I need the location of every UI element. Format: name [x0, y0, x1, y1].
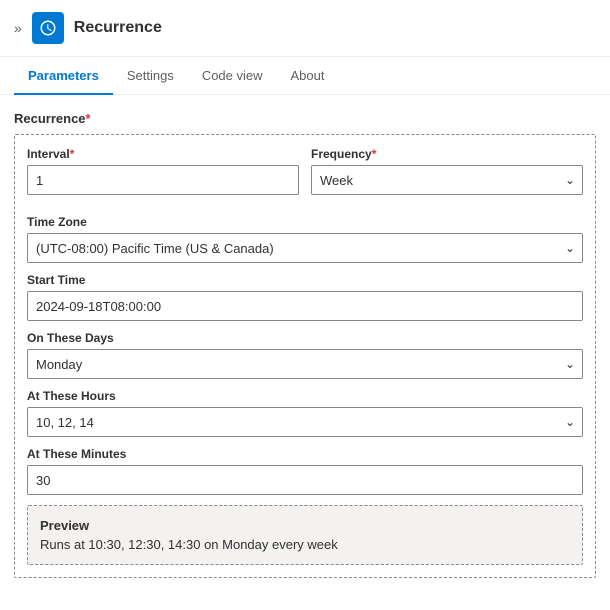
expand-icon[interactable]: »: [14, 20, 22, 36]
interval-frequency-row: Interval* Frequency* Second Minute Hour …: [27, 147, 583, 205]
frequency-required: *: [372, 147, 377, 161]
start-time-field-group: Start Time: [27, 273, 583, 321]
required-indicator: *: [86, 111, 91, 126]
app-header: » Recurrence: [0, 0, 610, 57]
start-time-input[interactable]: [27, 291, 583, 321]
timezone-select-wrapper: (UTC-08:00) Pacific Time (US & Canada) ⌄: [27, 233, 583, 263]
on-these-days-select-wrapper: Monday Tuesday Wednesday Thursday Friday…: [27, 349, 583, 379]
at-these-minutes-field-group: At These Minutes: [27, 447, 583, 495]
timezone-field-group: Time Zone (UTC-08:00) Pacific Time (US &…: [27, 215, 583, 263]
at-these-minutes-input[interactable]: [27, 465, 583, 495]
frequency-select[interactable]: Second Minute Hour Day Week Month: [311, 165, 583, 195]
preview-box: Preview Runs at 10:30, 12:30, 14:30 on M…: [27, 505, 583, 565]
tab-parameters[interactable]: Parameters: [14, 58, 113, 95]
form-content: Recurrence* Interval* Frequency* Second …: [0, 95, 610, 606]
frequency-label: Frequency*: [311, 147, 583, 161]
at-these-minutes-label: At These Minutes: [27, 447, 583, 461]
start-time-label: Start Time: [27, 273, 583, 287]
frequency-field-group: Frequency* Second Minute Hour Day Week M…: [311, 147, 583, 195]
interval-required: *: [70, 147, 75, 161]
at-these-hours-select-wrapper: 10, 12, 14 ⌄: [27, 407, 583, 437]
timezone-label: Time Zone: [27, 215, 583, 229]
timezone-select[interactable]: (UTC-08:00) Pacific Time (US & Canada): [27, 233, 583, 263]
tab-code-view[interactable]: Code view: [188, 58, 277, 95]
at-these-hours-field-group: At These Hours 10, 12, 14 ⌄: [27, 389, 583, 437]
interval-input[interactable]: [27, 165, 299, 195]
at-these-hours-select[interactable]: 10, 12, 14: [27, 407, 583, 437]
frequency-select-wrapper: Second Minute Hour Day Week Month ⌄: [311, 165, 583, 195]
on-these-days-field-group: On These Days Monday Tuesday Wednesday T…: [27, 331, 583, 379]
interval-label: Interval*: [27, 147, 299, 161]
on-these-days-label: On These Days: [27, 331, 583, 345]
preview-text: Runs at 10:30, 12:30, 14:30 on Monday ev…: [40, 537, 570, 552]
tab-about[interactable]: About: [277, 58, 339, 95]
recurrence-fields-box: Interval* Frequency* Second Minute Hour …: [14, 134, 596, 578]
preview-title: Preview: [40, 518, 570, 533]
recurrence-icon: [32, 12, 64, 44]
tab-bar: Parameters Settings Code view About: [0, 57, 610, 95]
interval-field-group: Interval*: [27, 147, 299, 195]
on-these-days-select[interactable]: Monday Tuesday Wednesday Thursday Friday…: [27, 349, 583, 379]
recurrence-section-label: Recurrence*: [14, 111, 596, 126]
page-title: Recurrence: [74, 19, 162, 37]
tab-settings[interactable]: Settings: [113, 58, 188, 95]
at-these-hours-label: At These Hours: [27, 389, 583, 403]
